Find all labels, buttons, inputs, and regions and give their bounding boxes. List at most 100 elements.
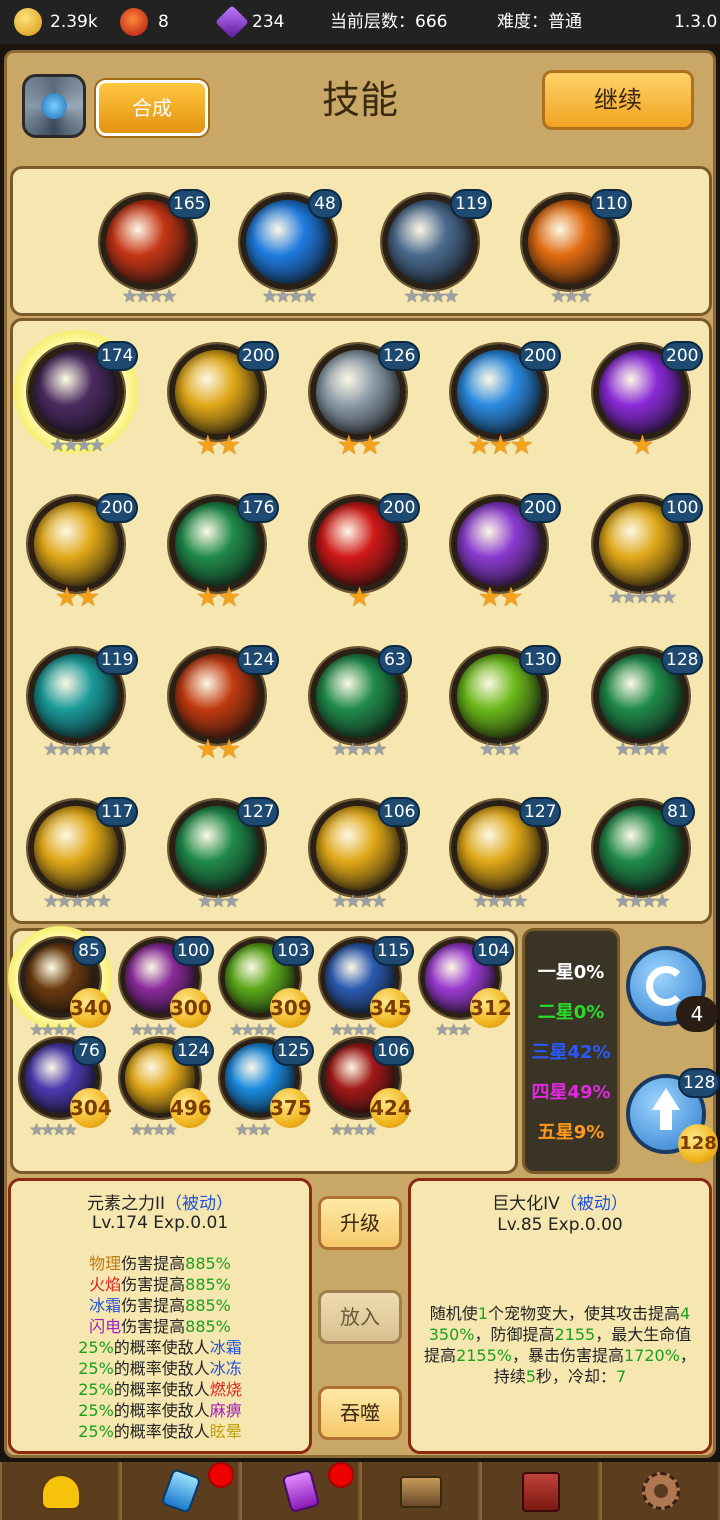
text-segment: 伤害提高: [121, 1254, 186, 1273]
text-segment: 的概率使敌人: [113, 1401, 210, 1420]
star-icon: ★: [29, 1120, 43, 1139]
star-icon: ★: [499, 582, 523, 613]
gold-coin-icon: [14, 8, 42, 36]
star-icon: ★: [223, 891, 240, 912]
star-icon: ★: [347, 582, 371, 613]
odds-line: 二星0%: [537, 1002, 605, 1023]
bottom-nav: [0, 1462, 720, 1520]
star-icon: ★: [129, 1120, 143, 1139]
level-badge: 165: [168, 189, 211, 219]
star-icon: ★: [54, 582, 79, 613]
gold-stars: ★★: [6, 584, 146, 611]
text-segment: 冰霜: [209, 1338, 242, 1357]
star-icon: ★: [82, 739, 99, 760]
odds-line: 一星0%: [537, 962, 605, 983]
level-badge: 124: [237, 645, 280, 675]
level-badge: 81: [661, 797, 695, 827]
star-icon: ★: [288, 286, 304, 307]
text-segment: 冰冻: [209, 1359, 242, 1378]
star-icon: ★: [492, 739, 508, 760]
continue-button[interactable]: 继续: [542, 70, 694, 130]
level-badge: 174: [96, 341, 139, 371]
level-badge: 127: [237, 797, 280, 827]
description-line: 持续5秒，冷却：7: [411, 1366, 709, 1387]
level-badge: 119: [450, 189, 493, 219]
settings-tab[interactable]: [600, 1462, 718, 1520]
star-icon: ★: [76, 582, 100, 613]
star-icon: ★: [63, 1120, 77, 1139]
text-segment: 2155%: [456, 1346, 512, 1365]
star-icon: ★: [479, 739, 495, 760]
star-icon: ★: [52, 1120, 66, 1139]
level-badge: 100: [661, 493, 704, 523]
gold-stars: ★★★: [429, 432, 569, 459]
hero-tab[interactable]: [0, 1462, 118, 1520]
star-icon: ★: [49, 435, 66, 456]
text-segment: 伤害提高: [121, 1275, 186, 1294]
star-icon: ★: [69, 891, 85, 912]
star-icon: ★: [358, 430, 382, 461]
star-icon: ★: [331, 739, 348, 760]
upgrade-count: 128: [678, 1124, 718, 1164]
text-segment: 4: [680, 1304, 691, 1323]
star-icon: ★: [509, 430, 534, 461]
star-icon: ★: [40, 1120, 55, 1139]
gold-stars: ★: [288, 584, 428, 611]
text-segment: 的概率使敌人: [113, 1359, 210, 1378]
silver-stars: ★★★★: [571, 892, 711, 912]
text-segment: 885%: [185, 1296, 231, 1315]
forge-tab[interactable]: [360, 1462, 478, 1520]
star-icon: ★: [416, 286, 433, 307]
star-icon: ★: [163, 1120, 177, 1139]
text-segment: 1: [477, 1304, 488, 1323]
synthesize-button[interactable]: 合成: [96, 80, 208, 136]
text-segment: 随机使: [429, 1304, 478, 1323]
text-segment: 25%: [78, 1359, 114, 1378]
level-badge: 127: [519, 797, 562, 827]
level-badge: 200: [378, 493, 421, 523]
text-segment: 350%: [428, 1325, 475, 1344]
text-segment: ，防御提高: [474, 1325, 555, 1344]
description-line: 25%的概率使敌人冰冻: [11, 1358, 309, 1379]
star-icon: ★: [641, 891, 657, 912]
text-segment: 885%: [185, 1254, 231, 1273]
skill-tag: （被动）: [559, 1194, 628, 1214]
star-icon: ★: [82, 891, 99, 912]
text-segment: 火焰: [89, 1275, 122, 1294]
star-icon: ★: [263, 1020, 277, 1039]
star-icon: ★: [608, 587, 624, 608]
star-icon: ★: [660, 587, 677, 608]
description-line: 25%的概率使敌人眩晕: [11, 1421, 309, 1442]
book-icon: [522, 1472, 560, 1512]
star-icon: ★: [614, 739, 631, 760]
silver-stars: ★★★★: [571, 740, 711, 760]
text-segment: 的概率使敌人: [113, 1422, 210, 1441]
text-segment: 885%: [185, 1317, 231, 1336]
star-icon: ★: [152, 1120, 166, 1139]
star-icon: ★: [371, 739, 387, 760]
star-icon: ★: [505, 739, 522, 760]
crystal-icon: [160, 1468, 202, 1514]
upgrade-button[interactable]: 升级: [318, 1196, 402, 1250]
text-segment: 5: [525, 1367, 536, 1386]
level-badge: 176: [237, 493, 280, 523]
level-badge: 125: [272, 1036, 315, 1066]
description-line: 25%的概率使敌人燃烧: [11, 1379, 309, 1400]
text-segment: ，: [679, 1346, 696, 1365]
gold-stars: ★★: [429, 584, 569, 611]
star-icon: ★: [95, 891, 112, 912]
description-line: 随机使1个宠物变大，使其攻击提高4: [411, 1303, 709, 1324]
level-badge: 200: [519, 341, 562, 371]
star-icon: ★: [363, 1120, 377, 1139]
star-icon: ★: [240, 1020, 255, 1039]
element-emblem-icon[interactable]: [22, 74, 86, 138]
star-icon: ★: [434, 1020, 449, 1039]
book-tab[interactable]: [480, 1462, 598, 1520]
star-icon: ★: [358, 739, 374, 760]
star-icon: ★: [63, 1020, 77, 1039]
place-button[interactable]: 放入: [318, 1290, 402, 1344]
star-icon: ★: [40, 1020, 55, 1039]
skill-name: 元素之力II: [86, 1194, 166, 1214]
star-icon: ★: [62, 435, 79, 456]
devour-button[interactable]: 吞噬: [318, 1386, 402, 1440]
